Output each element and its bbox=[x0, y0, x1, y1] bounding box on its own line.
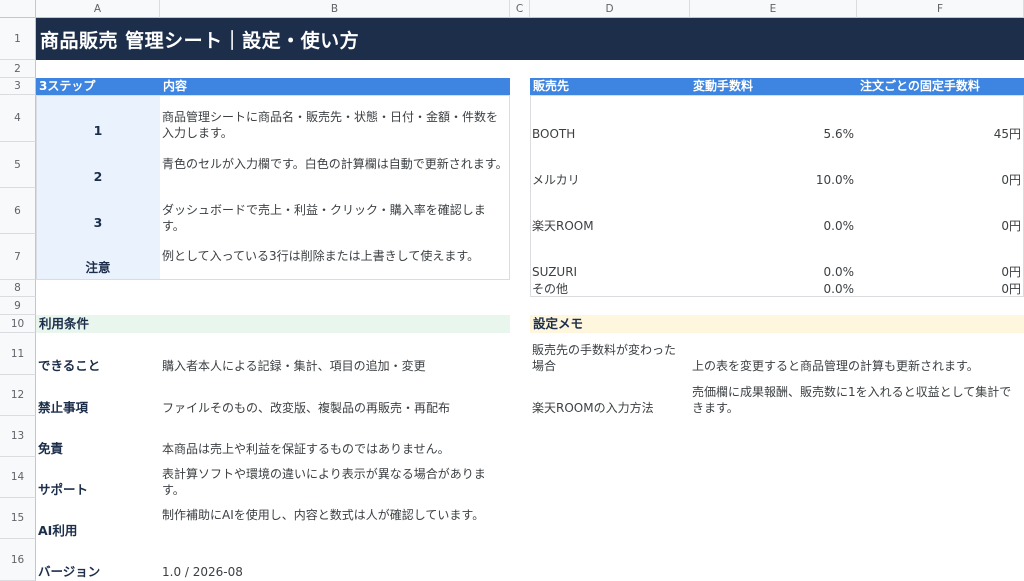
terms-header[interactable]: 利用条件 bbox=[36, 315, 510, 333]
column-header-b[interactable]: B bbox=[160, 0, 510, 18]
row-header-2[interactable]: 2 bbox=[0, 60, 36, 78]
steps-header-content[interactable]: 内容 bbox=[160, 78, 510, 95]
memo-label-rakuten-room[interactable]: 楽天ROOMの入力方法 bbox=[532, 400, 688, 416]
row-header-9[interactable]: 9 bbox=[0, 297, 36, 315]
row-header-5[interactable]: 5 bbox=[0, 142, 36, 188]
fee-fixed-mercari[interactable]: 0円 bbox=[859, 172, 1021, 188]
select-all-corner[interactable] bbox=[0, 0, 36, 18]
row-header-16[interactable]: 16 bbox=[0, 539, 36, 581]
fee-rate-suzuri[interactable]: 0.0% bbox=[692, 264, 855, 280]
row-header-3[interactable]: 3 bbox=[0, 78, 36, 95]
memo-header[interactable]: 設定メモ bbox=[530, 315, 1024, 333]
term-label-disclaimer[interactable]: 免責 bbox=[38, 441, 158, 457]
sheet-title[interactable]: 商品販売 管理シート｜設定・使い方 bbox=[36, 18, 1024, 60]
step-text-3[interactable]: ダッシュボードで売上・利益・クリック・購入率を確認します。 bbox=[162, 202, 508, 234]
term-label-support[interactable]: サポート bbox=[38, 482, 158, 498]
row-header-10[interactable]: 10 bbox=[0, 315, 36, 333]
row-header-7[interactable]: 7 bbox=[0, 234, 36, 280]
fee-fixed-rakuten-room[interactable]: 0円 bbox=[859, 218, 1021, 234]
row-header-14[interactable]: 14 bbox=[0, 457, 36, 498]
step-label-2[interactable]: 2 bbox=[36, 142, 160, 188]
step-label-note[interactable]: 注意 bbox=[36, 234, 160, 280]
step-label-1[interactable]: 1 bbox=[36, 95, 160, 142]
memo-label-fee-change[interactable]: 販売先の手数料が変わった場合 bbox=[532, 342, 684, 374]
row-header-4[interactable]: 4 bbox=[0, 95, 36, 142]
term-label-ai-usage[interactable]: AI利用 bbox=[38, 523, 158, 539]
term-text-prohibited[interactable]: ファイルそのもの、改変版、複製品の再販売・再配布 bbox=[162, 400, 508, 416]
column-header-e[interactable]: E bbox=[690, 0, 857, 18]
memo-text-fee-change[interactable]: 上の表を変更すると商品管理の計算も更新されます。 bbox=[692, 358, 1022, 374]
term-label-allowed[interactable]: できること bbox=[38, 358, 158, 374]
fee-rate-other[interactable]: 0.0% bbox=[692, 281, 855, 297]
column-header-d[interactable]: D bbox=[530, 0, 690, 18]
step-text-2[interactable]: 青色のセルが入力欄です。白色の計算欄は自動で更新されます。 bbox=[162, 156, 508, 172]
fee-rate-mercari[interactable]: 10.0% bbox=[692, 172, 854, 188]
row-header-1[interactable]: 1 bbox=[0, 18, 36, 60]
memo-text-rakuten-room[interactable]: 売価欄に成果報酬、販売数に1を入れると収益として集計できます。 bbox=[692, 384, 1022, 416]
fees-header-channel[interactable]: 販売先 bbox=[530, 78, 690, 95]
term-label-prohibited[interactable]: 禁止事項 bbox=[38, 400, 158, 416]
term-text-disclaimer[interactable]: 本商品は売上や利益を保証するものではありません。 bbox=[162, 441, 508, 457]
step-label-3[interactable]: 3 bbox=[36, 188, 160, 234]
fee-fixed-booth[interactable]: 45円 bbox=[859, 126, 1021, 142]
row-header-15[interactable]: 15 bbox=[0, 498, 36, 539]
term-text-allowed[interactable]: 購入者本人による記録・集計、項目の追加・変更 bbox=[162, 358, 508, 374]
term-label-version[interactable]: バージョン bbox=[38, 564, 158, 580]
column-header-c[interactable]: C bbox=[510, 0, 530, 18]
fees-header-fixed[interactable]: 注文ごとの固定手数料 bbox=[857, 78, 1024, 95]
term-text-support[interactable]: 表計算ソフトや環境の違いにより表示が異なる場合があります。 bbox=[162, 466, 508, 498]
step-text-note[interactable]: 例として入っている3行は削除または上書きして使えます。 bbox=[162, 248, 508, 264]
steps-header-step[interactable]: 3ステップ bbox=[36, 78, 160, 95]
fee-fixed-suzuri[interactable]: 0円 bbox=[859, 264, 1021, 280]
fee-rate-rakuten-room[interactable]: 0.0% bbox=[692, 218, 855, 234]
row-header-13[interactable]: 13 bbox=[0, 416, 36, 457]
step-text-1[interactable]: 商品管理シートに商品名・販売先・状態・日付・金額・件数を入力します。 bbox=[162, 109, 508, 141]
term-text-version[interactable]: 1.0 / 2026-08 bbox=[162, 564, 508, 580]
fees-header-rate[interactable]: 変動手数料 bbox=[690, 78, 857, 95]
row-header-8[interactable]: 8 bbox=[0, 280, 36, 297]
row-header-12[interactable]: 12 bbox=[0, 375, 36, 416]
fee-channel-booth[interactable]: BOOTH bbox=[532, 126, 688, 142]
column-header-f[interactable]: F bbox=[857, 0, 1024, 18]
fee-channel-rakuten-room[interactable]: 楽天ROOM bbox=[532, 218, 688, 234]
fee-fixed-other[interactable]: 0円 bbox=[859, 281, 1021, 297]
term-text-ai-usage[interactable]: 制作補助にAIを使用し、内容と数式は人が確認しています。 bbox=[162, 507, 508, 523]
row-header-11[interactable]: 11 bbox=[0, 333, 36, 375]
fee-channel-suzuri[interactable]: SUZURI bbox=[532, 264, 688, 280]
fee-rate-booth[interactable]: 5.6% bbox=[692, 126, 855, 142]
row-header-6[interactable]: 6 bbox=[0, 188, 36, 234]
column-header-a[interactable]: A bbox=[36, 0, 160, 18]
fee-channel-other[interactable]: その他 bbox=[532, 281, 688, 297]
fee-channel-mercari[interactable]: メルカリ bbox=[532, 172, 688, 188]
